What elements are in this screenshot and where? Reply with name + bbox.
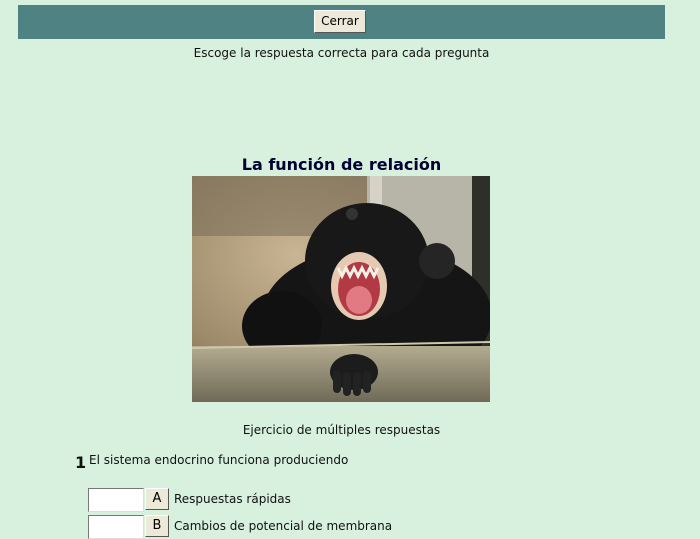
answer-text-a: Respuestas rápidas <box>174 492 291 506</box>
exercise-caption: Ejercicio de múltiples respuestas <box>242 423 441 437</box>
instructions-text: Escoge la respuesta correcta para cada p… <box>193 46 490 60</box>
close-button[interactable]: Cerrar <box>314 10 366 33</box>
answer-text-b: Cambios de potencial de membrana <box>174 519 393 533</box>
answer-button-a[interactable]: A <box>145 488 169 510</box>
question-text: El sistema endocrino funciona produciend… <box>89 453 349 467</box>
chimpanzee-image <box>192 176 490 402</box>
answer-input-a[interactable] <box>88 488 144 512</box>
answer-button-b[interactable]: B <box>145 515 169 537</box>
question-number: 1 <box>75 453 87 472</box>
answer-input-b[interactable] <box>88 515 144 539</box>
exercise-title: La función de relación <box>241 155 442 174</box>
